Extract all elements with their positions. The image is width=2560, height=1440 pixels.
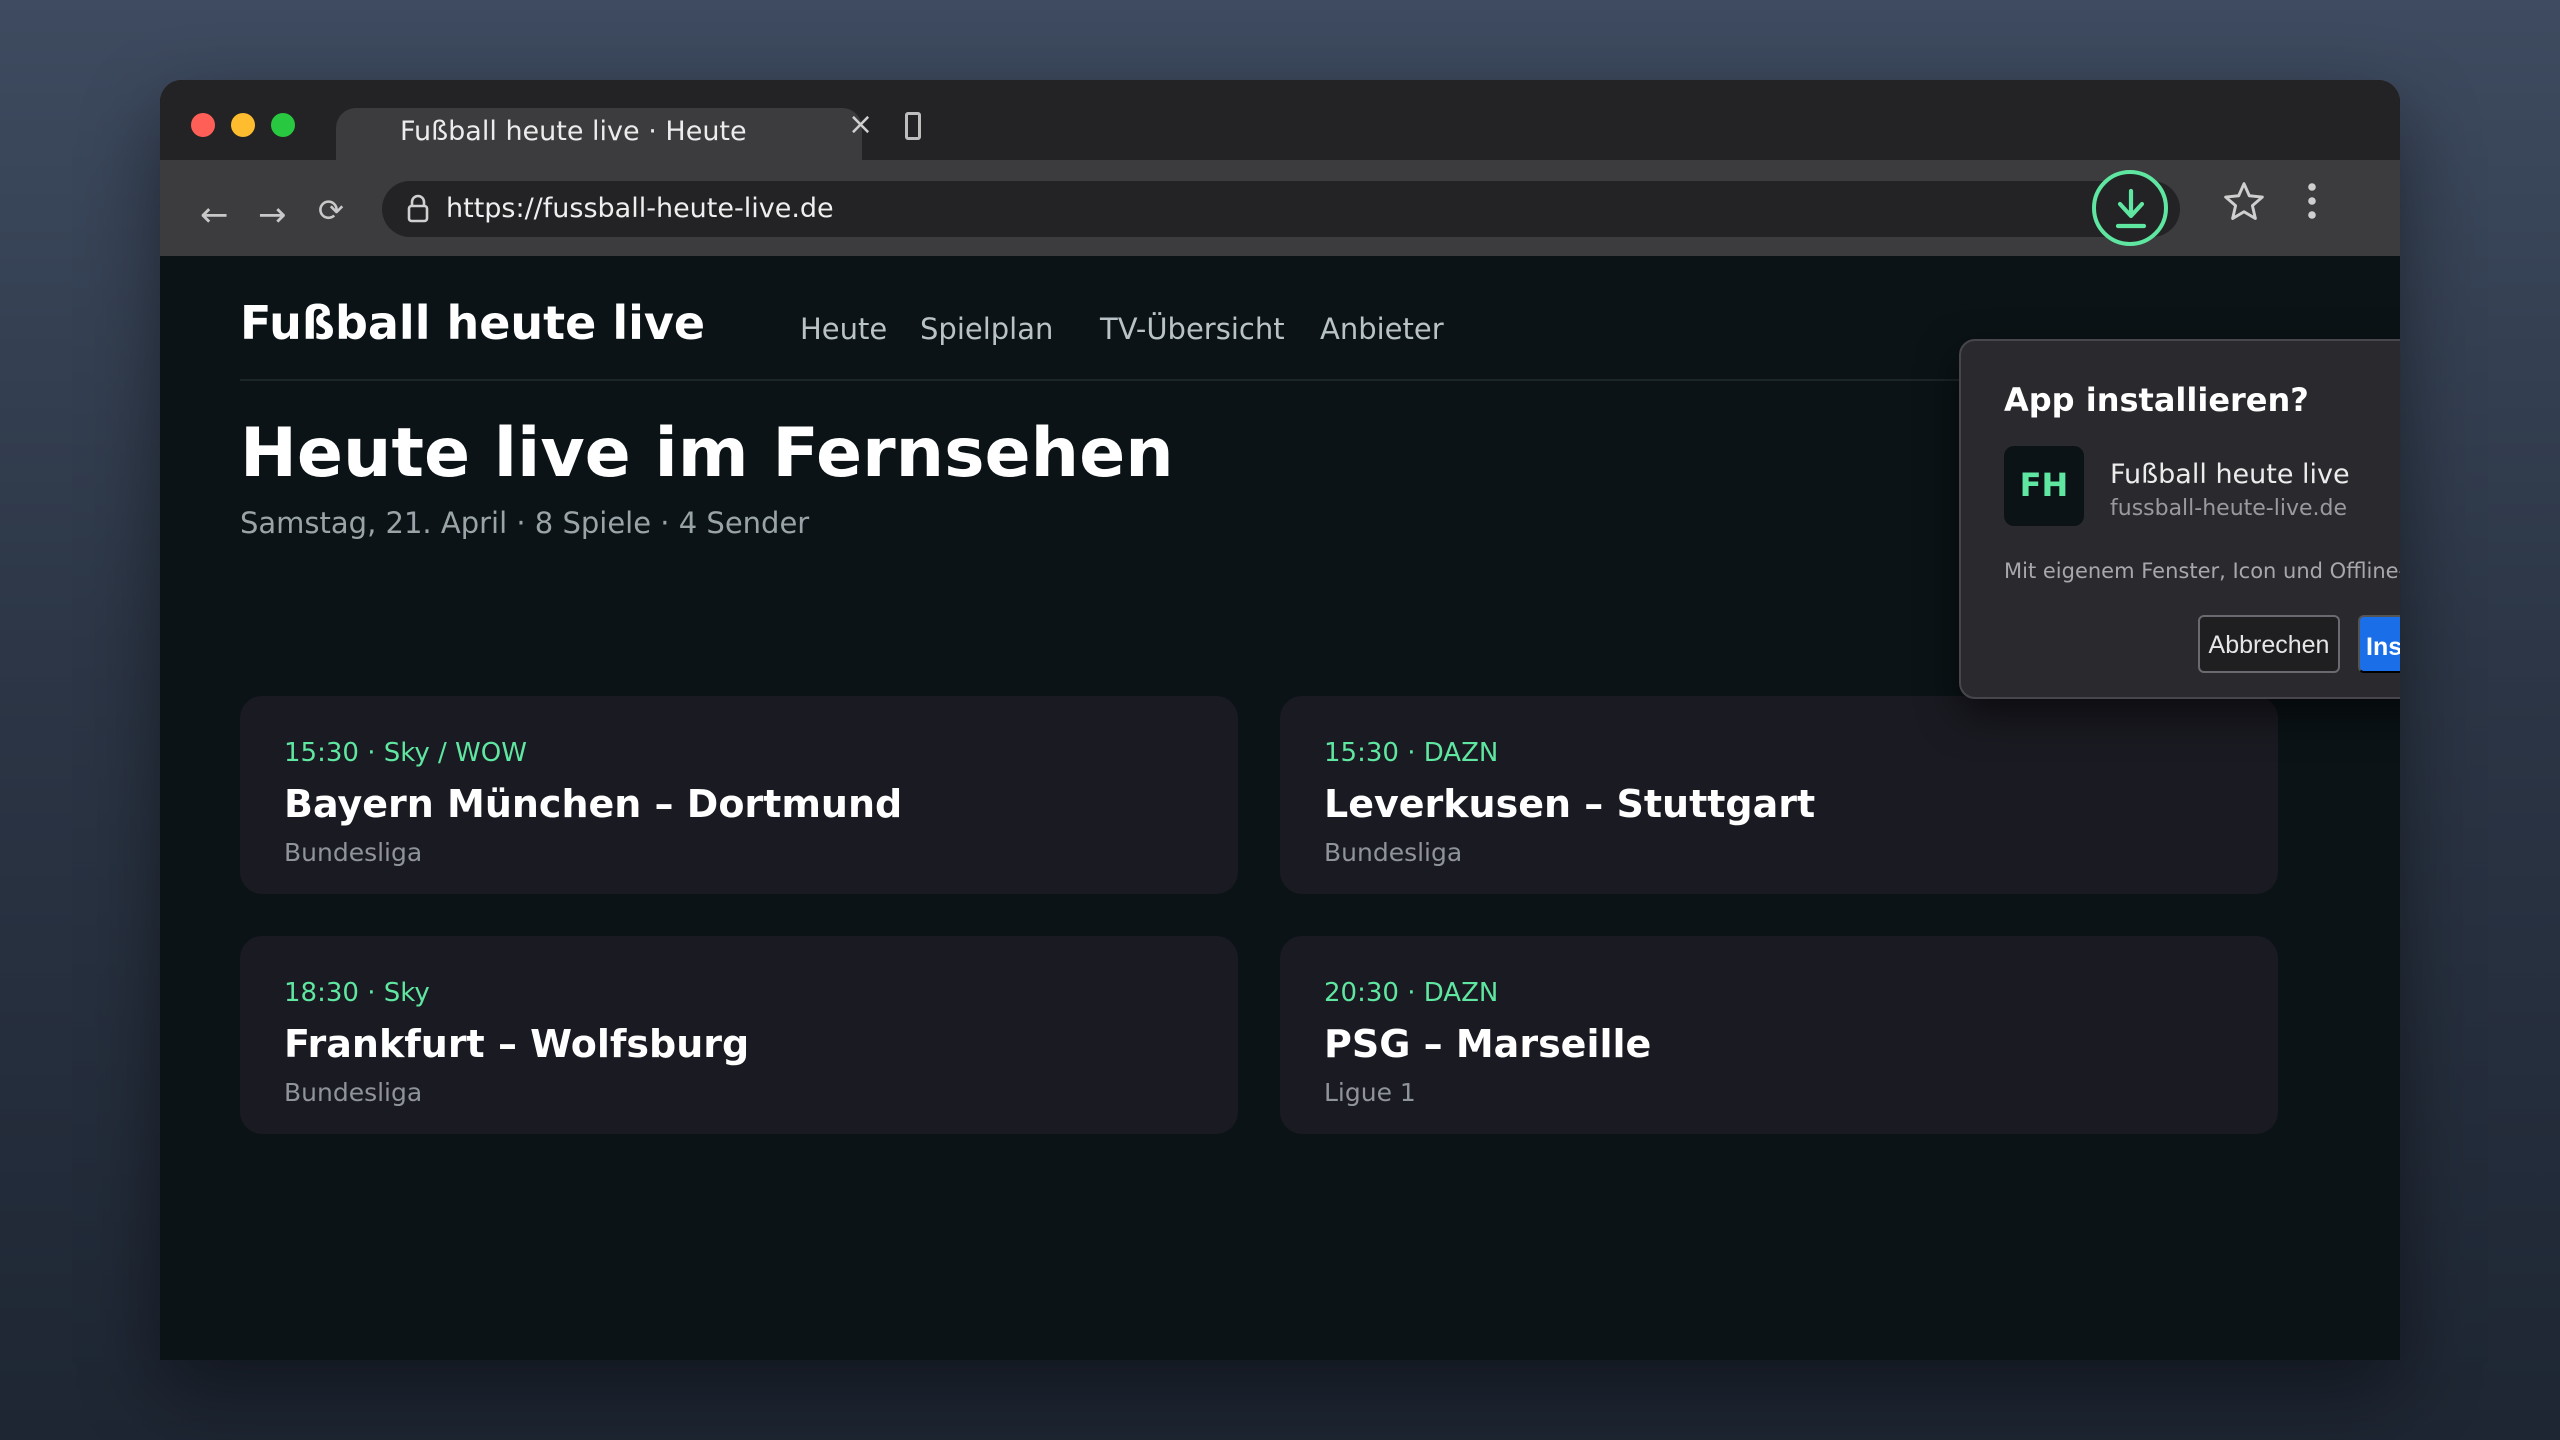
page-title: Heute live im Fernsehen [240,414,1174,493]
nav-item-heute[interactable]: Heute [800,312,887,346]
install-button[interactable]: Installieren [2358,615,2400,673]
tab-close-icon[interactable]: × [848,110,873,140]
close-window-button[interactable] [191,113,215,137]
match-league: Bundesliga [284,1078,423,1107]
page-subtitle: Samstag, 21. April · 8 Spiele · 4 Sender [240,506,810,540]
match-league: Bundesliga [284,838,423,867]
forward-button[interactable]: → [258,198,287,232]
minimize-window-button[interactable] [231,113,255,137]
match-title: PSG – Marseille [1324,1022,1652,1066]
match-title: Bayern München – Dortmund [284,782,903,826]
nav-item-spielplan[interactable]: Spielplan [920,312,1053,346]
app-name: Fußball heute live [2110,459,2350,490]
match-time-channel: 15:30 · DAZN [1324,738,1499,768]
dialog-title: App installieren? [2004,381,2309,419]
match-league: Bundesliga [1324,838,1463,867]
browser-window: Fußball heute live · Heute × ← → ⟳ https… [160,80,2400,1360]
newtab-icon[interactable] [905,112,921,140]
match-card[interactable]: 18:30 · Sky Frankfurt – Wolfsburg Bundes… [240,936,1238,1134]
address-bar[interactable]: https://fussball-heute-live.de [382,181,2180,237]
match-league: Ligue 1 [1324,1078,1416,1107]
star-icon[interactable] [2222,180,2266,224]
app-icon-text: FH [2019,466,2069,504]
url-text: https://fussball-heute-live.de [446,193,834,224]
menu-icon[interactable] [2306,182,2318,220]
app-domain: fussball-heute-live.de [2110,496,2348,521]
install-app-button[interactable] [2092,170,2168,246]
lock-icon [407,194,429,223]
match-title: Leverkusen – Stuttgart [1324,782,1816,826]
reload-button[interactable]: ⟳ [318,196,344,227]
nav-item-anbieter[interactable]: Anbieter [1320,312,1444,346]
tab-bar: Fußball heute live · Heute × [160,80,2400,160]
match-time-channel: 15:30 · Sky / WOW [284,738,527,768]
tab-title: Fußball heute live · Heute [400,116,747,147]
match-card[interactable]: 20:30 · DAZN PSG – Marseille Ligue 1 [1280,936,2278,1134]
download-icon [2115,188,2147,229]
match-card[interactable]: 15:30 · Sky / WOW Bayern München – Dortm… [240,696,1238,894]
app-icon: FH [2004,446,2084,526]
cancel-button[interactable]: Abbrechen [2198,615,2340,673]
match-time-channel: 20:30 · DAZN [1324,978,1499,1008]
nav-item-tv-uebersicht[interactable]: TV-Übersicht [1100,312,1285,346]
match-title: Frankfurt – Wolfsburg [284,1022,750,1066]
maximize-window-button[interactable] [271,113,295,137]
site-logo[interactable]: Fußball heute live [240,296,705,350]
tab-active[interactable]: Fußball heute live · Heute [336,108,862,160]
dialog-description: Mit eigenem Fenster, Icon und Offline-Sp… [2004,559,2400,583]
match-time-channel: 18:30 · Sky [284,978,430,1008]
back-button[interactable]: ← [200,198,229,232]
install-app-dialog: App installieren? FH Fußball heute live … [1959,339,2400,699]
match-card[interactable]: 15:30 · DAZN Leverkusen – Stuttgart Bund… [1280,696,2278,894]
